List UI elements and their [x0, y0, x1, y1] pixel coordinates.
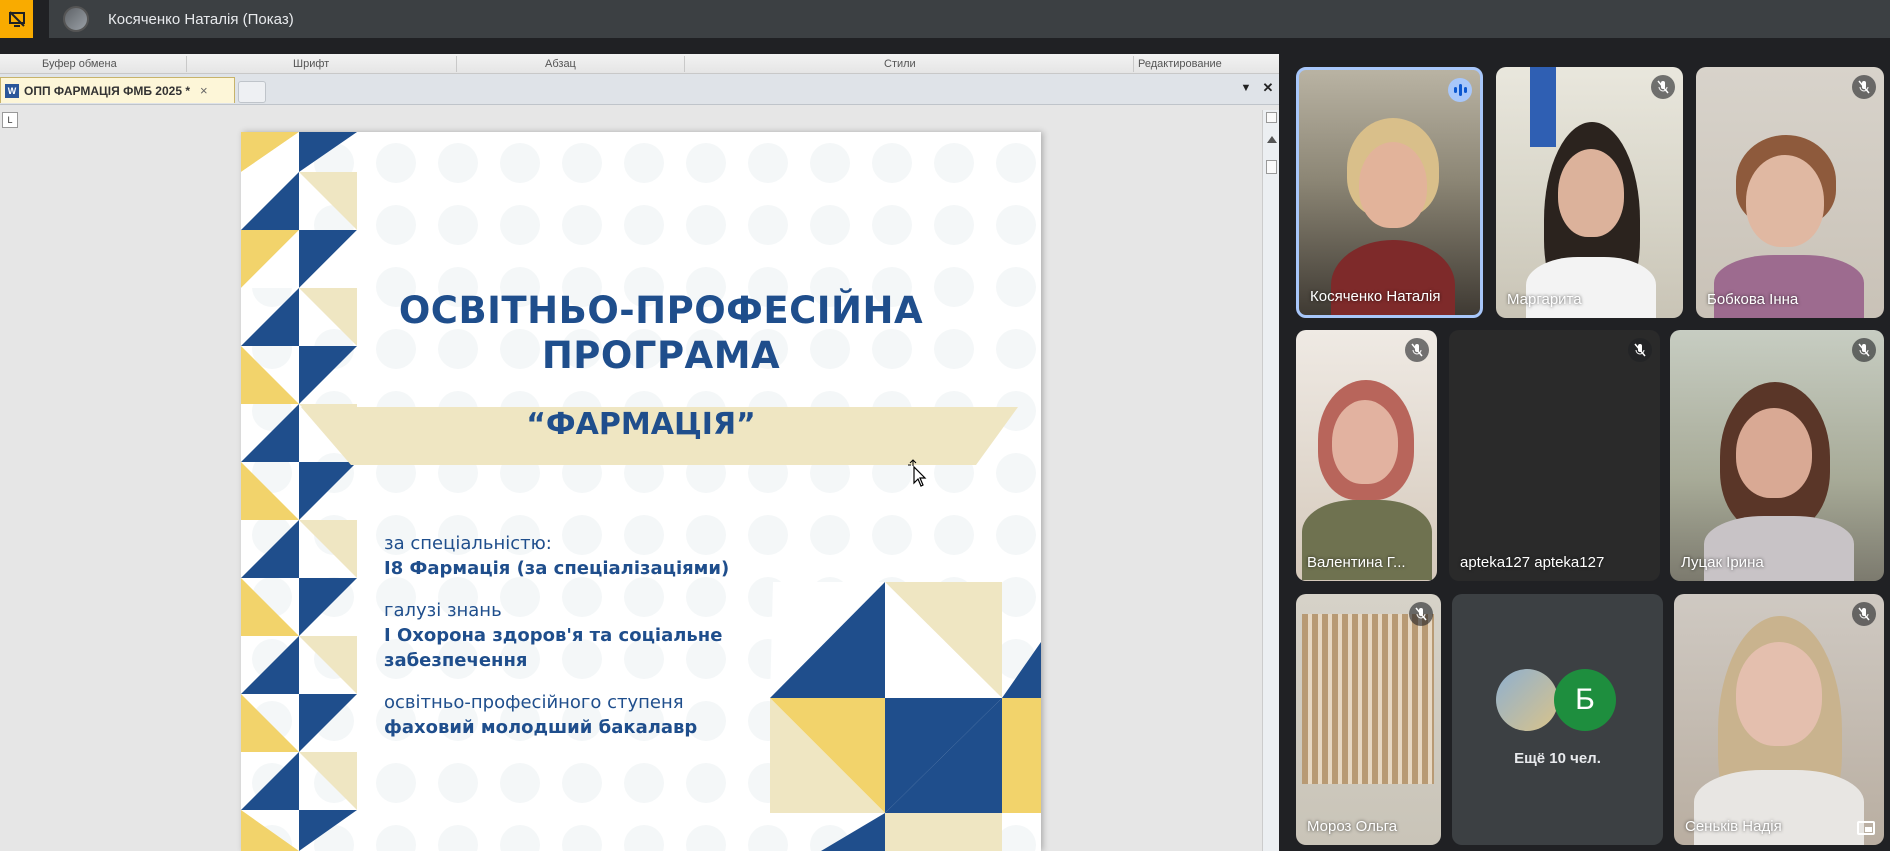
participant-avatar	[1496, 669, 1558, 731]
participant-clothing	[1331, 240, 1455, 315]
document-tab[interactable]: W ОПП ФАРМАЦІЯ ФМБ 2025 * ×	[0, 77, 235, 103]
ribbon-group-styles[interactable]: Стили	[884, 58, 916, 70]
participant-face	[1558, 149, 1624, 237]
field-label: галузі знань	[384, 600, 502, 621]
ribbon-group-editing[interactable]: Редактирование	[1138, 58, 1222, 70]
participant-tile[interactable]: Бобкова Інна	[1696, 67, 1884, 318]
degree-label: освітньо-професійного ступеня	[384, 692, 684, 713]
participant-tile[interactable]: apteka127 apteka127	[1449, 330, 1660, 581]
presenter-avatar	[63, 6, 89, 32]
participant-face	[1746, 155, 1824, 247]
presentation-off-icon[interactable]	[0, 0, 33, 38]
picture-in-picture-icon[interactable]	[1857, 821, 1875, 835]
flag-shape	[1530, 67, 1556, 147]
participant-face	[1736, 642, 1822, 746]
document-title: ОСВІТНЬО-ПРОФЕСІЙНА ПРОГРАМА	[381, 288, 941, 378]
participant-tile[interactable]: Луцак Ірина	[1670, 330, 1884, 581]
new-tab-button[interactable]	[238, 81, 266, 103]
ribbon-group-paragraph[interactable]: Абзац	[545, 58, 576, 70]
letter-avatar: Б	[1554, 669, 1616, 731]
more-participants-label: Ещё 10 чел.	[1514, 750, 1601, 767]
specialty-label: за спеціальністю:	[384, 533, 552, 554]
participant-clothing	[1714, 255, 1864, 318]
degree-value: фаховий молодший бакалавр	[384, 717, 698, 738]
vertical-scrollbar[interactable]	[1262, 110, 1279, 851]
participant-tile[interactable]: Валентина Г...	[1296, 330, 1437, 581]
title-line-1: ОСВІТНЬО-ПРОФЕСІЙНА	[398, 289, 924, 332]
participant-video	[1302, 614, 1434, 784]
speaking-indicator-icon	[1448, 78, 1472, 102]
ribbon-group-font[interactable]: Шрифт	[293, 58, 329, 70]
mic-off-icon	[1628, 338, 1652, 362]
participant-name: Бобкова Інна	[1707, 291, 1799, 308]
participant-name: Луцак Ірина	[1681, 554, 1764, 571]
participant-name: Валентина Г...	[1307, 554, 1406, 571]
word-doc-icon: W	[5, 83, 19, 98]
document-tab-title: ОПП ФАРМАЦІЯ ФМБ 2025 *	[24, 83, 190, 98]
tab-list-dropdown-icon[interactable]: ▼	[1238, 82, 1254, 94]
ribbon-group-clipboard[interactable]: Буфер обмена	[42, 58, 117, 70]
field-value-line-1: І Охорона здоров'я та соціальне	[384, 625, 723, 646]
participant-name: Мороз Ольга	[1307, 818, 1398, 835]
participant-name: apteka127 apteka127	[1460, 554, 1605, 571]
mic-off-icon	[1405, 338, 1429, 362]
participants-grid: Косяченко Наталія Маргарита Бобкова Інна…	[1279, 54, 1890, 851]
participant-face	[1332, 400, 1398, 484]
document-tab-bar: W ОПП ФАРМАЦІЯ ФМБ 2025 * × ▼ ✕	[0, 74, 1279, 105]
document-subtitle: “ФАРМАЦІЯ”	[526, 407, 756, 442]
shared-document-window: Буфер обмена Шрифт Абзац Стили Редактиро…	[0, 54, 1279, 851]
participant-clothing	[1526, 257, 1656, 318]
mic-off-icon	[1409, 602, 1433, 626]
presenter-info: Косяченко Наталія (Показ)	[49, 0, 1890, 38]
participant-tile[interactable]: Мороз Ольга	[1296, 594, 1441, 845]
mic-off-icon	[1852, 338, 1876, 362]
mic-off-icon	[1651, 75, 1675, 99]
title-line-2: ПРОГРАМА	[541, 334, 781, 377]
presenter-name: Косяченко Наталія (Показ)	[108, 10, 294, 28]
specialty-value: І8 Фармація (за спеціалізаціями)	[384, 558, 730, 579]
ruler-tab-selector[interactable]: L	[2, 112, 18, 128]
scroll-thumb[interactable]	[1266, 160, 1277, 174]
scroll-settings-icon[interactable]	[1266, 112, 1277, 123]
more-participants-avatars: Б	[1496, 669, 1616, 731]
ribbon-group-labels: Буфер обмена Шрифт Абзац Стили Редактиро…	[0, 54, 1279, 74]
close-document-icon[interactable]: ✕	[1260, 80, 1276, 96]
presentation-bar: Косяченко Наталія (Показ)	[0, 0, 1890, 38]
participant-name: Маргарита	[1507, 291, 1582, 308]
participant-face	[1359, 142, 1427, 228]
participant-tile[interactable]: Косяченко Наталія	[1296, 67, 1483, 318]
move-cursor-icon	[908, 459, 928, 492]
participant-tile[interactable]: Маргарита	[1496, 67, 1683, 318]
tab-close-icon[interactable]: ×	[200, 83, 208, 98]
participant-name: Сеньків Надія	[1685, 818, 1782, 835]
scroll-up-arrow-icon[interactable]	[1267, 136, 1277, 143]
participant-face	[1736, 408, 1812, 498]
mic-off-icon	[1852, 75, 1876, 99]
more-participants-tile[interactable]: Б Ещё 10 чел.	[1452, 594, 1663, 845]
participant-name: Косяченко Наталія	[1310, 288, 1441, 305]
participant-clothing	[1704, 516, 1854, 581]
participant-tile[interactable]: Сеньків Надія	[1674, 594, 1884, 845]
mic-off-icon	[1852, 602, 1876, 626]
field-value-line-2: забезпечення	[384, 650, 528, 671]
